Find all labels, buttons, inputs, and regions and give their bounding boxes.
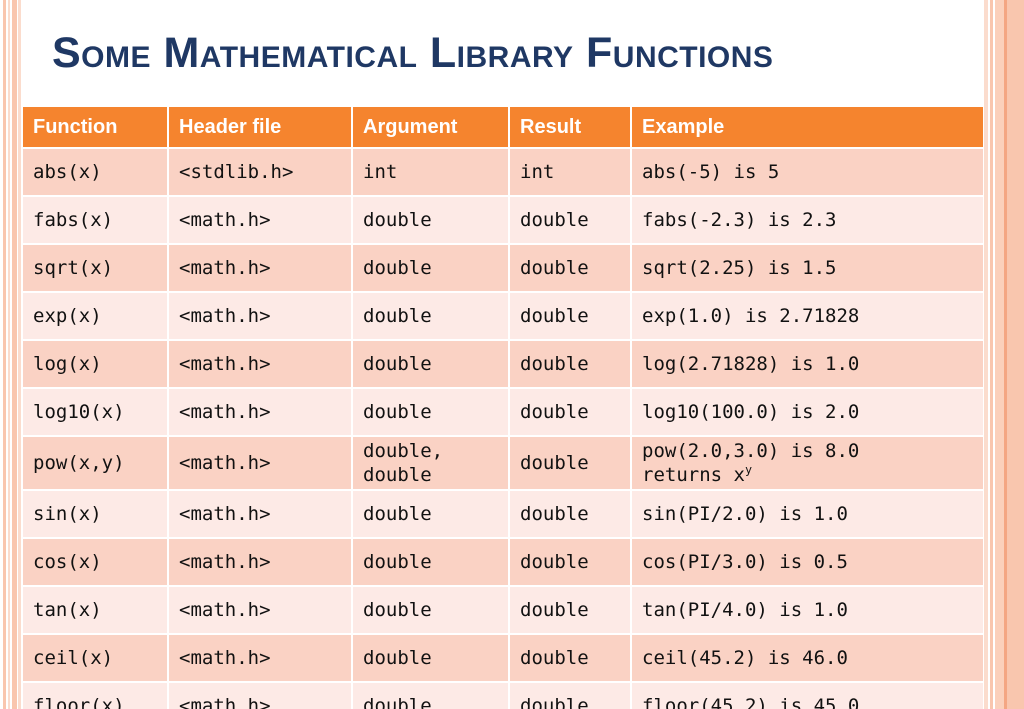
cell-function: log(x) [23,341,167,387]
cell-example: ceil(45.2) is 46.0 [632,635,983,681]
cell-argument: int [353,149,508,195]
cell-function: tan(x) [23,587,167,633]
table-row[interactable]: log(x) <math.h> double double log(2.71828) i… [23,341,983,387]
cell-example: fabs(-2.3) is 2.3 [632,197,983,243]
decor-stripe [8,0,10,709]
cell-result: double [510,245,630,291]
cell-result: double [510,491,630,537]
cell-header_file: <math.h> [169,341,351,387]
table-row[interactable]: floor(x) <math.h> double double floor(45.2) … [23,683,983,709]
cell-argument: double [353,197,508,243]
example-line-2-text: returns x [642,464,745,486]
cell-argument: double [353,245,508,291]
cell-example: cos(PI/3.0) is 0.5 [632,539,983,585]
column-header-function[interactable]: Function [23,107,167,147]
cell-header_file: <math.h> [169,587,351,633]
cell-argument: double [353,683,508,709]
slide: Some Mathematical Library Functions Func… [0,0,1024,709]
cell-function: pow(x,y) [23,437,167,489]
cell-result: double [510,197,630,243]
cell-argument: double [353,539,508,585]
column-header-result[interactable]: Result [510,107,630,147]
table-body: abs(x) <stdlib.h> int int abs(-5) is 5 fabs(x… [23,149,983,709]
table-row[interactable]: log10(x) <math.h> double double log10(100.0)… [23,389,983,435]
cell-header_file: <math.h> [169,539,351,585]
table-row[interactable]: cos(x) <math.h> double double cos(PI/3.0) is… [23,539,983,585]
cell-header_file: <math.h> [169,197,351,243]
cell-function: fabs(x) [23,197,167,243]
cell-header_file: <math.h> [169,491,351,537]
column-header-argument[interactable]: Argument [353,107,508,147]
cell-example: sin(PI/2.0) is 1.0 [632,491,983,537]
cell-result: double [510,635,630,681]
functions-table-container: Function Header file Argument Result Example… [21,105,983,709]
cell-example: pow(2.0,3.0) is 8.0 returns xy [632,437,983,489]
decor-stripe [995,0,1004,709]
cell-header_file: <stdlib.h> [169,149,351,195]
cell-example: sqrt(2.25) is 1.5 [632,245,983,291]
cell-header_file: <math.h> [169,683,351,709]
example-line-1: pow(2.0,3.0) is 8.0 [642,440,860,462]
column-header-header_file[interactable]: Header file [169,107,351,147]
cell-example: log(2.71828) is 1.0 [632,341,983,387]
cell-function: ceil(x) [23,635,167,681]
cell-example: tan(PI/4.0) is 1.0 [632,587,983,633]
table-row[interactable]: pow(x,y) <math.h> double, double double pow(… [23,437,983,489]
decor-stripe [3,0,6,709]
cell-argument: double [353,389,508,435]
cell-header_file: <math.h> [169,245,351,291]
table-row[interactable]: tan(x) <math.h> double double tan(PI/4.0) is… [23,587,983,633]
cell-header_file: <math.h> [169,635,351,681]
decor-stripe [1004,0,1007,709]
cell-function: log10(x) [23,389,167,435]
cell-function: abs(x) [23,149,167,195]
cell-function: cos(x) [23,539,167,585]
cell-result: double [510,389,630,435]
cell-result: double [510,341,630,387]
table-header-row: Function Header file Argument Result Example [23,107,983,147]
table-row[interactable]: fabs(x) <math.h> double double fabs(-2.3) is… [23,197,983,243]
cell-result: int [510,149,630,195]
decor-stripe [1007,0,1024,709]
table-row[interactable]: sin(x) <math.h> double double sin(PI/2.0) is… [23,491,983,537]
functions-table: Function Header file Argument Result Example… [21,105,985,709]
cell-argument: double [353,491,508,537]
table-header: Function Header file Argument Result Example [23,107,983,147]
cell-argument: double [353,293,508,339]
cell-argument: double [353,635,508,681]
cell-result: double [510,293,630,339]
cell-header_file: <math.h> [169,293,351,339]
cell-example: exp(1.0) is 2.71828 [632,293,983,339]
decor-stripe [990,0,993,709]
cell-result: double [510,437,630,489]
cell-function: sqrt(x) [23,245,167,291]
cell-header_file: <math.h> [169,389,351,435]
cell-function: floor(x) [23,683,167,709]
column-header-example[interactable]: Example [632,107,983,147]
title-container: Some Mathematical Library Functions [52,26,952,86]
cell-header_file: <math.h> [169,437,351,489]
table-row[interactable]: ceil(x) <math.h> double double ceil(45.2) is… [23,635,983,681]
table-row[interactable]: exp(x) <math.h> double double exp(1.0) is 2.… [23,293,983,339]
cell-argument: double, double [353,437,508,489]
decor-stripe [12,0,17,709]
cell-argument: double [353,587,508,633]
table-row[interactable]: abs(x) <stdlib.h> int int abs(-5) is 5 [23,149,983,195]
right-edge-stripes [984,0,1024,709]
cell-example: floor(45.2) is 45.0 [632,683,983,709]
cell-result: double [510,683,630,709]
cell-result: double [510,539,630,585]
cell-example: log10(100.0) is 2.0 [632,389,983,435]
cell-result: double [510,587,630,633]
table-row[interactable]: sqrt(x) <math.h> double double sqrt(2.25) is… [23,245,983,291]
example-line-2: returns xy [642,463,983,487]
page-title: Some Mathematical Library Functions [52,29,774,77]
cell-argument: double [353,341,508,387]
cell-function: sin(x) [23,491,167,537]
exponent-y: y [744,462,753,477]
cell-example: abs(-5) is 5 [632,149,983,195]
cell-function: exp(x) [23,293,167,339]
